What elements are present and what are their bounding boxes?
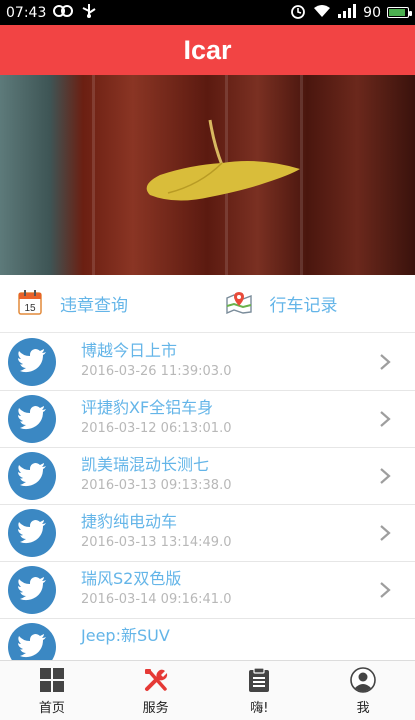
nav-home[interactable]: 首页 xyxy=(0,661,104,720)
news-title: Jeep:新SUV xyxy=(81,626,170,645)
list-item[interactable]: 凯美瑞混动长测七 2016-03-13 09:13:38.0 xyxy=(0,448,415,505)
nav-me[interactable]: 我 xyxy=(311,661,415,720)
twitter-bird-icon xyxy=(8,623,56,660)
news-title: 捷豹纯电动车 xyxy=(81,512,178,531)
usb-icon xyxy=(80,3,98,23)
page-title: Icar xyxy=(183,34,232,65)
signal-icon xyxy=(337,3,357,22)
hero-image xyxy=(0,75,415,275)
violation-query-button[interactable]: 15 违章查询 xyxy=(0,275,208,332)
map-icon xyxy=(225,290,252,318)
news-title: 瑞风S2双色版 xyxy=(81,569,182,588)
status-time: 07:43 xyxy=(6,4,47,21)
twitter-bird-icon xyxy=(8,509,56,557)
battery-fill xyxy=(389,9,405,16)
nav-hi[interactable]: 嗨! xyxy=(208,661,312,720)
driving-record-label: 行车记录 xyxy=(269,296,338,316)
nav-label: 服务 xyxy=(142,701,169,716)
nav-service[interactable]: 服务 xyxy=(104,661,208,720)
news-title: 凯美瑞混动长测七 xyxy=(81,455,210,474)
list-item[interactable]: 博越今日上市 2016-03-26 11:39:03.0 xyxy=(0,334,415,391)
twitter-bird-icon xyxy=(8,452,56,500)
leaf-illustration xyxy=(146,119,300,201)
twitter-bird-icon xyxy=(8,566,56,614)
battery-icon xyxy=(387,7,412,18)
chevron-right-icon xyxy=(380,411,391,427)
twitter-bird-icon xyxy=(8,395,56,443)
news-title: 博越今日上市 xyxy=(81,341,178,360)
list-item[interactable]: Jeep:新SUV xyxy=(0,619,415,660)
chevron-right-icon xyxy=(380,468,391,484)
tools-icon xyxy=(144,669,167,691)
nav-label: 首页 xyxy=(38,701,65,716)
grid-icon xyxy=(39,668,64,692)
twitter-bird-icon xyxy=(8,338,56,386)
news-title: 评捷豹XF全铝车身 xyxy=(81,398,214,417)
violation-query-label: 违章查询 xyxy=(60,296,128,316)
status-bar: 07:43 90 xyxy=(0,0,415,25)
news-list: 博越今日上市 2016-03-26 11:39:03.0 评捷豹XF全铝车身 2… xyxy=(0,334,415,660)
quick-actions: 15 违章查询 行车记录 xyxy=(0,275,415,333)
chevron-right-icon xyxy=(380,582,391,598)
nav-label: 我 xyxy=(356,701,370,716)
wifi-icon xyxy=(313,4,331,22)
svg-text:15: 15 xyxy=(24,303,36,314)
link-icon xyxy=(52,4,74,22)
title-bar: Icar xyxy=(0,25,415,75)
clipboard-icon xyxy=(249,667,270,692)
calendar-icon: 15 xyxy=(18,289,42,319)
chevron-right-icon xyxy=(380,525,391,541)
news-date: 2016-03-13 09:13:38.0 xyxy=(81,478,232,493)
nav-label: 嗨! xyxy=(250,701,269,716)
news-date: 2016-03-13 13:14:49.0 xyxy=(81,535,232,550)
list-item[interactable]: 评捷豹XF全铝车身 2016-03-12 06:13:01.0 xyxy=(0,391,415,448)
user-icon xyxy=(350,667,376,693)
news-date: 2016-03-26 11:39:03.0 xyxy=(81,364,232,379)
chevron-right-icon xyxy=(380,354,391,370)
bottom-nav: 首页 服务 嗨! 我 xyxy=(0,660,415,720)
list-item[interactable]: 捷豹纯电动车 2016-03-13 13:14:49.0 xyxy=(0,505,415,562)
driving-record-button[interactable]: 行车记录 xyxy=(208,275,415,332)
news-date: 2016-03-12 06:13:01.0 xyxy=(81,421,232,436)
list-item[interactable]: 瑞风S2双色版 2016-03-14 09:16:41.0 xyxy=(0,562,415,619)
battery-percent: 90 xyxy=(363,4,381,21)
news-date: 2016-03-14 09:16:41.0 xyxy=(81,592,232,607)
alarm-icon xyxy=(289,2,307,24)
